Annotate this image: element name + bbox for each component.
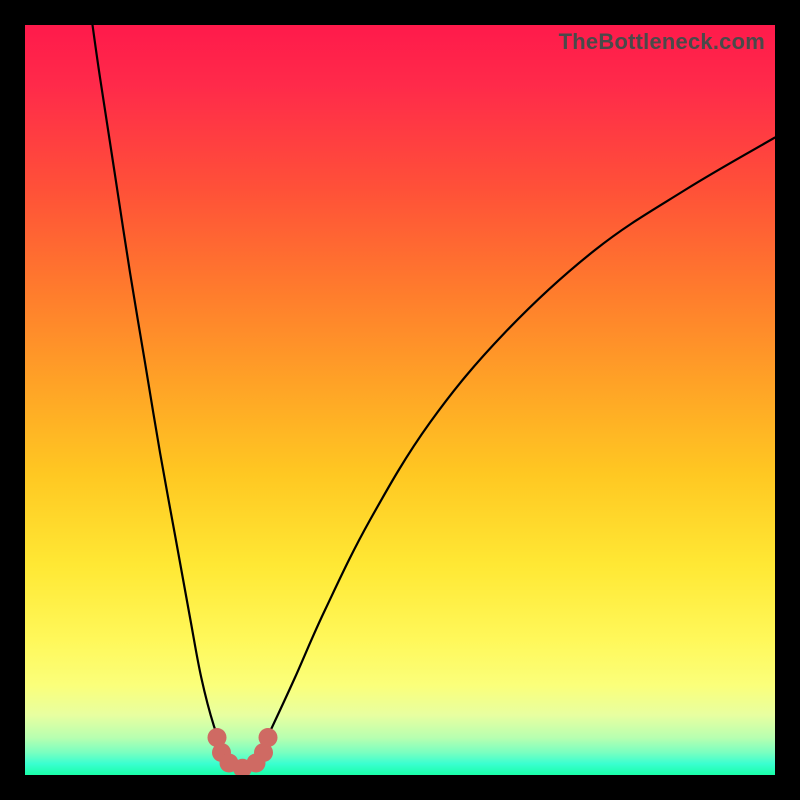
chart-canvas: TheBottleneck.com — [25, 25, 775, 775]
curve-left-branch — [93, 25, 233, 762]
watermark-text: TheBottleneck.com — [559, 29, 765, 55]
curve-right-branch — [253, 138, 775, 762]
valley-marker — [259, 728, 278, 747]
chart-svg — [25, 25, 775, 775]
valley-markers — [208, 728, 278, 775]
